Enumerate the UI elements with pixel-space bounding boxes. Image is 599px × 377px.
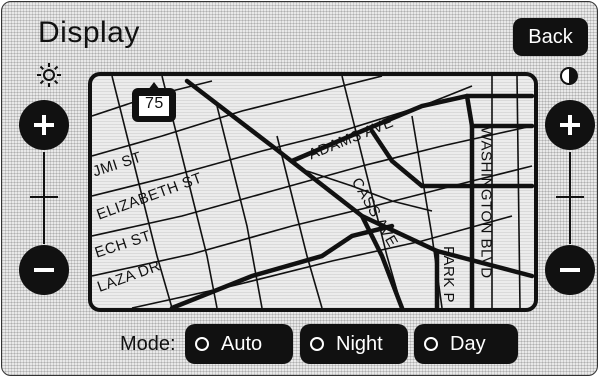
- back-button[interactable]: Back: [513, 18, 588, 56]
- minus-icon: [34, 268, 54, 272]
- contrast-slider-track[interactable]: [569, 152, 571, 244]
- radio-icon: [310, 337, 324, 351]
- street-label: PARK P: [439, 246, 457, 303]
- street-label: WASHINGTON BLVD: [477, 126, 495, 279]
- minus-icon: [560, 268, 580, 272]
- plus-icon: [560, 115, 580, 135]
- page-title: Display: [38, 16, 140, 49]
- contrast-decrease-button[interactable]: [545, 245, 595, 295]
- sun-icon: [37, 63, 61, 87]
- mode-auto-button[interactable]: Auto: [185, 324, 293, 364]
- mode-day-button[interactable]: Day: [414, 324, 518, 364]
- brightness-decrease-button[interactable]: [19, 245, 69, 295]
- mode-night-label: Night: [336, 332, 383, 355]
- mode-auto-label: Auto: [221, 332, 263, 355]
- brightness-slider-track[interactable]: [43, 152, 45, 244]
- highway-number: 75: [145, 95, 164, 112]
- contrast-increase-button[interactable]: [545, 100, 595, 150]
- mode-label: Mode:: [120, 333, 176, 355]
- radio-icon: [195, 337, 209, 351]
- display-settings-screen: Display Back 75 ADAMS AVE JMI ST ELIZABE…: [1, 1, 598, 376]
- mode-night-button[interactable]: Night: [300, 324, 408, 364]
- radio-icon: [424, 337, 438, 351]
- brightness-increase-button[interactable]: [19, 100, 69, 150]
- map-preview: 75 ADAMS AVE JMI ST ELIZABETH ST CASS AV…: [88, 72, 538, 312]
- plus-icon: [34, 115, 54, 135]
- mode-day-label: Day: [450, 332, 486, 355]
- half-circle-icon: [560, 67, 578, 85]
- brightness-slider-handle[interactable]: [30, 196, 58, 198]
- contrast-slider-handle[interactable]: [556, 196, 584, 198]
